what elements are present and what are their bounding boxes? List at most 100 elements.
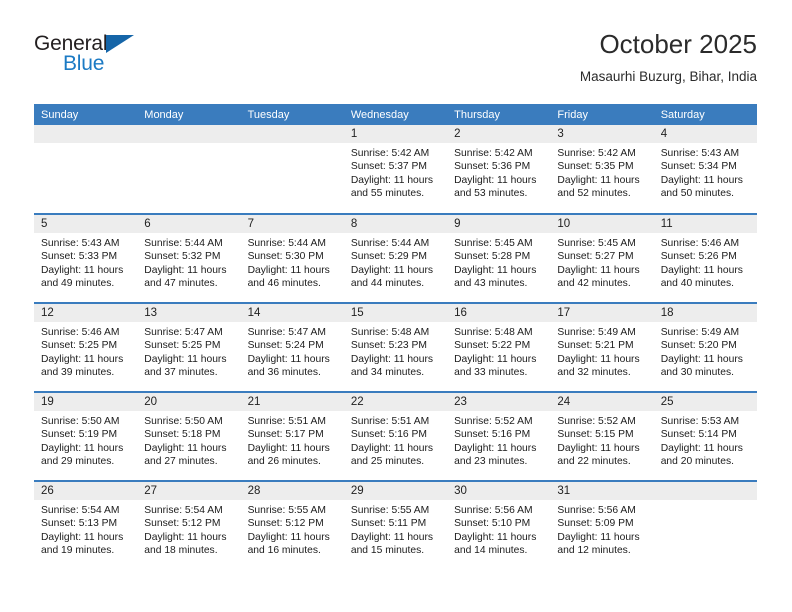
sunset-text: Sunset: 5:20 PM bbox=[660, 340, 737, 352]
calendar-day-cell[interactable]: 16 Sunrise: 5:48 AM Sunset: 5:22 PM Dayligh… bbox=[447, 302, 551, 392]
daylight-text-line2: and 29 minutes. bbox=[41, 456, 115, 468]
daylight-text-line2: and 22 minutes. bbox=[557, 456, 631, 468]
page-header: General Blue October 2025 Masaurhi Buzur… bbox=[34, 28, 757, 94]
calendar-day-cell[interactable]: 22 Sunrise: 5:51 AM Sunset: 5:16 PM Dayligh… bbox=[343, 391, 448, 481]
calendar-day-cell[interactable] bbox=[34, 125, 138, 214]
calendar-day-cell[interactable]: 30 Sunrise: 5:56 AM Sunset: 5:10 PM Dayligh… bbox=[447, 480, 551, 570]
calendar-day-cell[interactable]: 6 Sunrise: 5:44 AM Sunset: 5:32 PM Daylight… bbox=[137, 213, 241, 303]
day-cell-content: 12 Sunrise: 5:46 AM Sunset: 5:25 PM Dayligh… bbox=[34, 304, 138, 391]
calendar-day-cell[interactable]: 27 Sunrise: 5:54 AM Sunset: 5:12 PM Dayligh… bbox=[137, 480, 241, 570]
day-cell-content: 7 Sunrise: 5:44 AM Sunset: 5:30 PM Daylight… bbox=[240, 215, 344, 302]
calendar-day-cell[interactable]: 15 Sunrise: 5:48 AM Sunset: 5:23 PM Dayligh… bbox=[343, 302, 448, 392]
sunset-text: Sunset: 5:16 PM bbox=[350, 429, 427, 441]
daylight-text-line1: Daylight: 11 hours bbox=[557, 264, 640, 276]
daylight-text-line2: and 18 minutes. bbox=[144, 545, 218, 557]
sunrise-text: Sunrise: 5:50 AM bbox=[144, 416, 223, 427]
weekday-header-saturday: Saturday bbox=[653, 104, 757, 125]
day-details: Sunrise: 5:55 AM Sunset: 5:12 PM Daylight:… bbox=[241, 500, 344, 558]
day-details: Sunrise: 5:42 AM Sunset: 5:35 PM Daylight:… bbox=[550, 143, 653, 201]
calendar-day-cell[interactable]: 1 Sunrise: 5:42 AM Sunset: 5:37 PM Daylight… bbox=[343, 125, 448, 214]
day-cell-content: 16 Sunrise: 5:48 AM Sunset: 5:22 PM Dayligh… bbox=[447, 304, 551, 391]
calendar-day-cell[interactable]: 2 Sunrise: 5:42 AM Sunset: 5:36 PM Daylight… bbox=[447, 125, 551, 214]
sunrise-text: Sunrise: 5:49 AM bbox=[660, 327, 740, 338]
day-cell-content: 21 Sunrise: 5:51 AM Sunset: 5:17 PM Dayligh… bbox=[240, 393, 344, 480]
day-number: 23 bbox=[447, 393, 551, 411]
day-details: Sunrise: 5:53 AM Sunset: 5:14 PM Daylight:… bbox=[654, 411, 757, 469]
daylight-text-line1: Daylight: 11 hours bbox=[247, 264, 330, 276]
calendar-day-cell[interactable]: 14 Sunrise: 5:47 AM Sunset: 5:24 PM Dayligh… bbox=[240, 302, 344, 392]
sunset-text: Sunset: 5:36 PM bbox=[454, 161, 531, 173]
day-number: 28 bbox=[240, 482, 344, 500]
sunset-text: Sunset: 5:10 PM bbox=[454, 518, 531, 530]
calendar-day-cell[interactable]: 26 Sunrise: 5:54 AM Sunset: 5:13 PM Dayligh… bbox=[34, 480, 138, 570]
day-number bbox=[137, 125, 241, 143]
weekday-header-sunday: Sunday bbox=[34, 104, 138, 125]
sunset-text: Sunset: 5:28 PM bbox=[454, 251, 531, 263]
calendar-day-cell[interactable]: 18 Sunrise: 5:49 AM Sunset: 5:20 PM Dayligh… bbox=[653, 302, 757, 392]
page-title: October 2025 bbox=[599, 29, 757, 59]
calendar-day-cell[interactable]: 3 Sunrise: 5:42 AM Sunset: 5:35 PM Daylight… bbox=[550, 125, 654, 214]
sunrise-text: Sunrise: 5:42 AM bbox=[350, 148, 430, 159]
daylight-text-line2: and 20 minutes. bbox=[660, 456, 734, 468]
calendar-day-cell[interactable]: 23 Sunrise: 5:52 AM Sunset: 5:16 PM Dayligh… bbox=[447, 391, 551, 481]
calendar-day-cell[interactable]: 7 Sunrise: 5:44 AM Sunset: 5:30 PM Daylight… bbox=[240, 213, 344, 303]
sunrise-text: Sunrise: 5:52 AM bbox=[454, 416, 533, 427]
day-cell-content: 20 Sunrise: 5:50 AM Sunset: 5:18 PM Dayligh… bbox=[137, 393, 241, 480]
daylight-text-line2: and 14 minutes. bbox=[454, 545, 528, 557]
day-cell-content: 17 Sunrise: 5:49 AM Sunset: 5:21 PM Dayligh… bbox=[550, 304, 654, 391]
calendar-day-cell[interactable]: 25 Sunrise: 5:53 AM Sunset: 5:14 PM Dayligh… bbox=[653, 391, 757, 481]
calendar-day-cell[interactable] bbox=[240, 125, 344, 214]
sunrise-text: Sunrise: 5:47 AM bbox=[247, 327, 326, 338]
calendar-header-row: Sunday Monday Tuesday Wednesday Thursday… bbox=[34, 104, 757, 125]
day-cell-content: 15 Sunrise: 5:48 AM Sunset: 5:23 PM Dayligh… bbox=[343, 304, 448, 391]
calendar-day-cell[interactable]: 5 Sunrise: 5:43 AM Sunset: 5:33 PM Daylight… bbox=[34, 213, 138, 303]
calendar-day-cell[interactable]: 29 Sunrise: 5:55 AM Sunset: 5:11 PM Dayligh… bbox=[343, 480, 448, 570]
sunset-text: Sunset: 5:29 PM bbox=[350, 251, 427, 263]
calendar-week-row: 5 Sunrise: 5:43 AM Sunset: 5:33 PM Daylight… bbox=[34, 213, 757, 303]
calendar-day-cell[interactable]: 8 Sunrise: 5:44 AM Sunset: 5:29 PM Daylight… bbox=[343, 213, 448, 303]
title-block: October 2025 Masaurhi Buzurg, Bihar, Ind… bbox=[580, 28, 757, 87]
calendar-day-cell[interactable]: 31 Sunrise: 5:56 AM Sunset: 5:09 PM Dayligh… bbox=[550, 480, 654, 570]
sunrise-text: Sunrise: 5:43 AM bbox=[41, 238, 120, 249]
sunrise-text: Sunrise: 5:44 AM bbox=[144, 238, 223, 249]
daylight-text-line1: Daylight: 11 hours bbox=[247, 442, 330, 454]
sunset-text: Sunset: 5:35 PM bbox=[557, 161, 634, 173]
sunrise-text: Sunrise: 5:56 AM bbox=[557, 505, 636, 516]
calendar-day-cell[interactable]: 10 Sunrise: 5:45 AM Sunset: 5:27 PM Dayligh… bbox=[550, 213, 654, 303]
generalblue-logo[interactable]: General Blue bbox=[34, 32, 214, 88]
daylight-text-line2: and 36 minutes. bbox=[247, 367, 321, 379]
day-cell-content: 25 Sunrise: 5:53 AM Sunset: 5:14 PM Dayligh… bbox=[653, 393, 757, 480]
day-details: Sunrise: 5:47 AM Sunset: 5:25 PM Daylight:… bbox=[137, 322, 240, 380]
day-cell-content: 29 Sunrise: 5:55 AM Sunset: 5:11 PM Dayligh… bbox=[343, 482, 448, 569]
day-details: Sunrise: 5:52 AM Sunset: 5:15 PM Daylight:… bbox=[550, 411, 653, 469]
daylight-text-line2: and 16 minutes. bbox=[247, 545, 321, 557]
calendar-day-cell[interactable]: 12 Sunrise: 5:46 AM Sunset: 5:25 PM Dayligh… bbox=[34, 302, 138, 392]
calendar-day-cell[interactable]: 11 Sunrise: 5:46 AM Sunset: 5:26 PM Dayligh… bbox=[653, 213, 757, 303]
sunrise-text: Sunrise: 5:48 AM bbox=[350, 327, 430, 338]
day-cell-content: 2 Sunrise: 5:42 AM Sunset: 5:36 PM Daylight… bbox=[447, 125, 551, 212]
calendar-day-cell[interactable]: 17 Sunrise: 5:49 AM Sunset: 5:21 PM Dayligh… bbox=[550, 302, 654, 392]
calendar-day-cell[interactable]: 13 Sunrise: 5:47 AM Sunset: 5:25 PM Dayligh… bbox=[137, 302, 241, 392]
sunrise-text: Sunrise: 5:48 AM bbox=[454, 327, 533, 338]
calendar-day-cell[interactable]: 20 Sunrise: 5:50 AM Sunset: 5:18 PM Dayligh… bbox=[137, 391, 241, 481]
calendar-day-cell[interactable]: 19 Sunrise: 5:50 AM Sunset: 5:19 PM Dayligh… bbox=[34, 391, 138, 481]
day-details: Sunrise: 5:52 AM Sunset: 5:16 PM Daylight:… bbox=[447, 411, 550, 469]
sunrise-text: Sunrise: 5:45 AM bbox=[557, 238, 636, 249]
calendar-day-cell[interactable]: 4 Sunrise: 5:43 AM Sunset: 5:34 PM Daylight… bbox=[653, 125, 757, 214]
daylight-text-line1: Daylight: 11 hours bbox=[660, 442, 743, 454]
calendar-day-cell[interactable]: 9 Sunrise: 5:45 AM Sunset: 5:28 PM Daylight… bbox=[447, 213, 551, 303]
day-number: 7 bbox=[240, 215, 344, 233]
day-number bbox=[240, 125, 344, 143]
calendar-day-cell[interactable] bbox=[653, 480, 757, 570]
calendar-day-cell[interactable]: 21 Sunrise: 5:51 AM Sunset: 5:17 PM Dayligh… bbox=[240, 391, 344, 481]
calendar-day-cell[interactable]: 24 Sunrise: 5:52 AM Sunset: 5:15 PM Dayligh… bbox=[550, 391, 654, 481]
day-cell-content: 26 Sunrise: 5:54 AM Sunset: 5:13 PM Dayligh… bbox=[34, 482, 138, 569]
weekday-header-thursday: Thursday bbox=[447, 104, 551, 125]
day-details: Sunrise: 5:42 AM Sunset: 5:37 PM Daylight:… bbox=[344, 143, 447, 201]
calendar-day-cell[interactable] bbox=[137, 125, 241, 214]
day-details: Sunrise: 5:46 AM Sunset: 5:26 PM Daylight:… bbox=[654, 233, 757, 291]
daylight-text-line1: Daylight: 11 hours bbox=[247, 353, 330, 365]
day-number: 20 bbox=[137, 393, 241, 411]
sunrise-text: Sunrise: 5:46 AM bbox=[660, 238, 740, 249]
calendar-day-cell[interactable]: 28 Sunrise: 5:55 AM Sunset: 5:12 PM Dayligh… bbox=[240, 480, 344, 570]
